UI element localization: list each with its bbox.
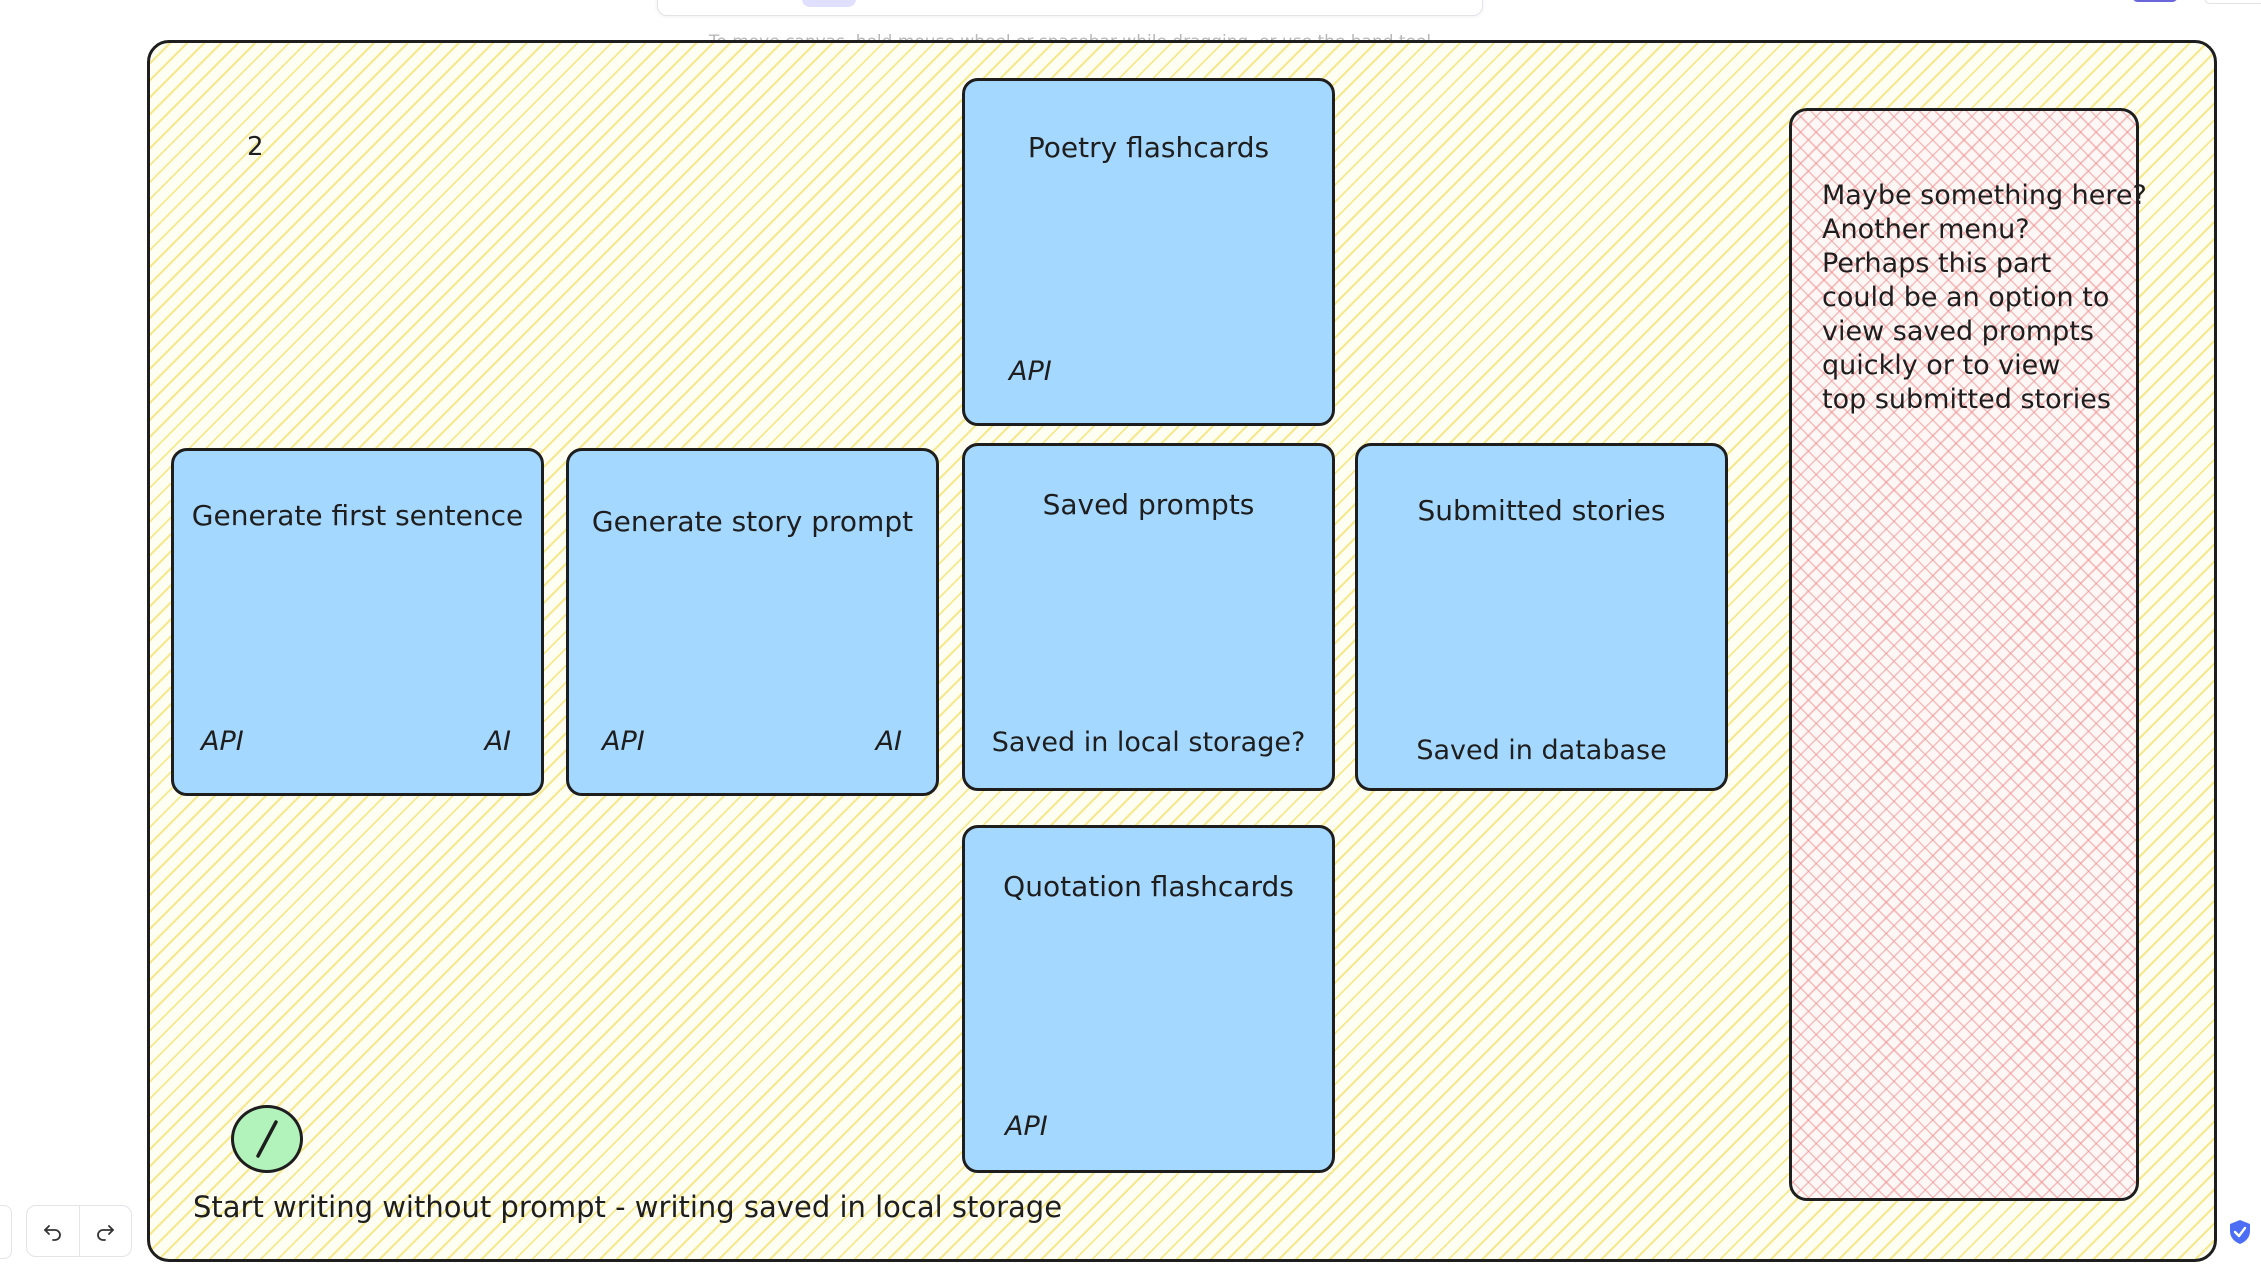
side-panel-text: Maybe something here? Another menu? Perh… [1822, 179, 2147, 417]
side-line: quickly or to view [1822, 350, 2061, 381]
undo-redo-group [26, 1205, 132, 1257]
side-line: could be an option to [1822, 282, 2110, 313]
redo-icon [97, 1225, 115, 1241]
side-line: Maybe something here? [1822, 180, 2147, 211]
side-line: Another menu? [1822, 214, 2030, 245]
side-line: Perhaps this part [1822, 248, 2052, 279]
undo-icon [43, 1225, 61, 1241]
card-foot-right: AI [875, 726, 902, 757]
card-foot-left: API [201, 726, 244, 757]
zoom-control-edge[interactable] [0, 1205, 12, 1259]
share-button[interactable] [2132, 0, 2178, 2]
card-title: Poetry flashcards [1027, 131, 1270, 164]
side-line: top submitted stories [1822, 384, 2111, 415]
card-saved-prompts[interactable]: Saved prompts Saved in local storage? [962, 443, 1335, 791]
shield-check-icon[interactable] [2228, 1218, 2252, 1246]
card-foot-left: API [1009, 356, 1052, 387]
card-foot: Saved in local storage? [991, 727, 1306, 758]
frame-number-label[interactable]: 2 [247, 132, 264, 162]
library-button[interactable] [2204, 0, 2261, 4]
card-foot-left: API [602, 726, 645, 757]
green-circle-shape[interactable] [231, 1105, 303, 1173]
card-poetry-flashcards[interactable]: Poetry flashcards API [962, 78, 1335, 426]
card-title: Generate story prompt [591, 505, 914, 538]
card-quotation-flashcards[interactable]: Quotation flashcards API [962, 825, 1335, 1173]
side-line: view saved prompts [1822, 316, 2094, 347]
slash-icon [256, 1120, 278, 1158]
card-title: Saved prompts [1042, 488, 1255, 521]
card-title: Quotation flashcards [1003, 870, 1294, 903]
undo-button[interactable] [27, 1206, 79, 1256]
toolbar-active-tool[interactable] [802, 0, 856, 7]
side-panel-note[interactable]: Maybe something here? Another menu? Perh… [1789, 108, 2147, 1201]
card-generate-story-prompt[interactable]: Generate story prompt API AI [566, 448, 939, 796]
bottom-caption[interactable]: Start writing without prompt - writing s… [193, 1190, 1062, 1224]
card-foot-right: AI [484, 726, 511, 757]
card-foot: Saved in database [1416, 735, 1667, 766]
card-foot-left: API [1005, 1111, 1048, 1142]
main-toolbar[interactable] [657, 0, 1483, 16]
card-title: Generate first sentence [191, 499, 524, 532]
redo-button[interactable] [78, 1206, 132, 1256]
card-generate-first-sentence[interactable]: Generate first sentence API AI [171, 448, 544, 796]
card-title: Submitted stories [1417, 494, 1666, 527]
card-submitted-stories[interactable]: Submitted stories Saved in database [1355, 443, 1728, 791]
